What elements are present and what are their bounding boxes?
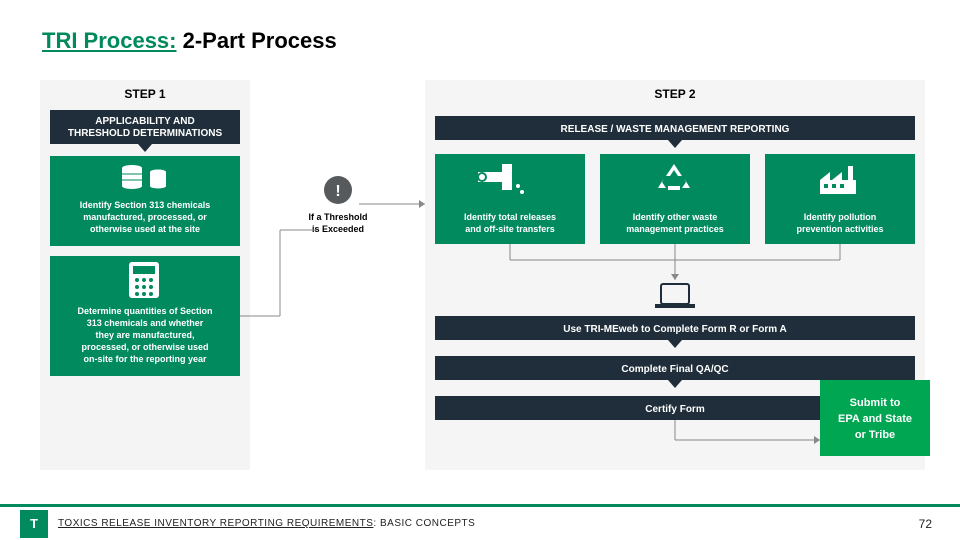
step2-label: STEP 2 [654,87,695,101]
s2a-l1: Identify total releases [464,212,556,222]
s1b-l5: on-site for the reporting year [83,354,207,364]
s2b-l1: Identify other waste [633,212,718,222]
calculator-icon [129,262,159,298]
slide-title: TRI Process: 2-Part Process [42,28,337,54]
step2-banner-text: RELEASE / WASTE MANAGEMENT REPORTING [561,124,790,135]
title-suffix: 2-Part Process [177,28,337,53]
s1b-l1: Determine quantities of Section [77,306,212,316]
s2b-l2: management practices [626,224,724,234]
s2a-l2: and off-site transfers [465,224,555,234]
footer-text-b: : BASIC CONCEPTS [373,518,475,529]
footer-text-a: TOXICS RELEASE INVENTORY REPORTING REQUI… [58,518,373,529]
footer-logo: T [20,510,48,538]
step1-banner-l2: THRESHOLD DETERMINATIONS [68,128,223,139]
svg-text:!: ! [335,183,340,200]
note-l2: is Exceeded [312,224,364,234]
process-diagram: STEP 1 STEP 2 APPLICABILITY AND THRESHOL… [20,80,940,480]
submit-l1: Submit to [850,397,901,409]
bar-qa-text: Complete Final QA/QC [621,364,728,375]
s1a-l1: Identify Section 313 chemicals [80,200,211,210]
submit-l3: or Tribe [855,429,895,441]
s2c-l2: prevention activities [796,224,883,234]
title-prefix: TRI Process: [42,28,177,53]
s1b-l3: they are manufactured, [95,330,194,340]
s1a-l3: otherwise used at the site [90,224,200,234]
step1-label: STEP 1 [124,87,165,101]
page-number: 72 [919,517,932,531]
footer-text: TOXICS RELEASE INVENTORY REPORTING REQUI… [58,518,475,529]
s1a-l2: manufactured, processed, or [83,212,207,222]
bar-form-text: Use TRI-MEweb to Complete Form R or Form… [563,324,787,335]
bar-certify-text: Certify Form [645,404,705,415]
note-l1: If a Threshold [308,212,367,222]
s1b-l2: 313 chemicals and whether [87,318,204,328]
s1b-l4: processed, or otherwise used [81,342,208,352]
s2c-l1: Identify pollution [804,212,877,222]
step1-banner-l1: APPLICABILITY AND [95,116,194,127]
footer: T TOXICS RELEASE INVENTORY REPORTING REQ… [0,504,960,540]
submit-l2: EPA and State [838,413,912,425]
